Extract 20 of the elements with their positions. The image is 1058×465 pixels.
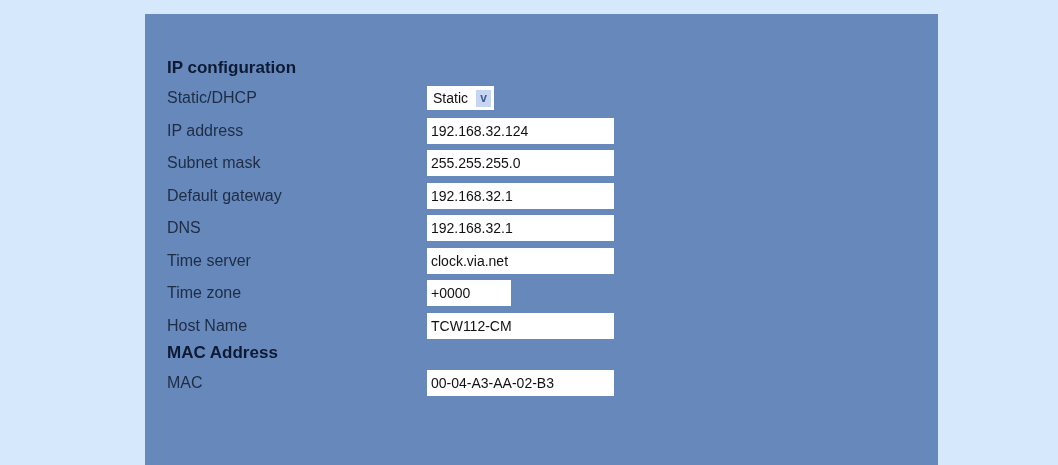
- section-heading: IP configuration: [167, 57, 298, 79]
- field-label: IP address: [167, 121, 245, 140]
- field-label: Static/DHCP: [167, 89, 258, 108]
- mode-dropdown[interactable]: Static v: [427, 86, 494, 111]
- input-field[interactable]: 255.255.255.0: [427, 150, 614, 177]
- field-label: Time zone: [167, 284, 243, 303]
- field-label: DNS: [167, 219, 202, 238]
- input-field[interactable]: 192.168.32.1: [427, 182, 614, 209]
- input-field[interactable]: +0000: [427, 280, 511, 307]
- field-label: Host Name: [167, 316, 249, 335]
- input-field[interactable]: TCW112-CM: [427, 312, 614, 339]
- input-field[interactable]: clock.via.net: [427, 247, 614, 274]
- field-label: MAC: [167, 374, 204, 393]
- section-heading: MAC Address: [167, 342, 279, 364]
- field-label: Time server: [167, 251, 252, 270]
- input-field[interactable]: 192.168.32.124: [427, 117, 614, 144]
- field-label: Subnet mask: [167, 154, 262, 173]
- input-field[interactable]: 192.168.32.1: [427, 215, 614, 242]
- input-field[interactable]: 00-04-A3-AA-02-B3: [427, 370, 614, 397]
- field-label: Default gateway: [167, 186, 283, 205]
